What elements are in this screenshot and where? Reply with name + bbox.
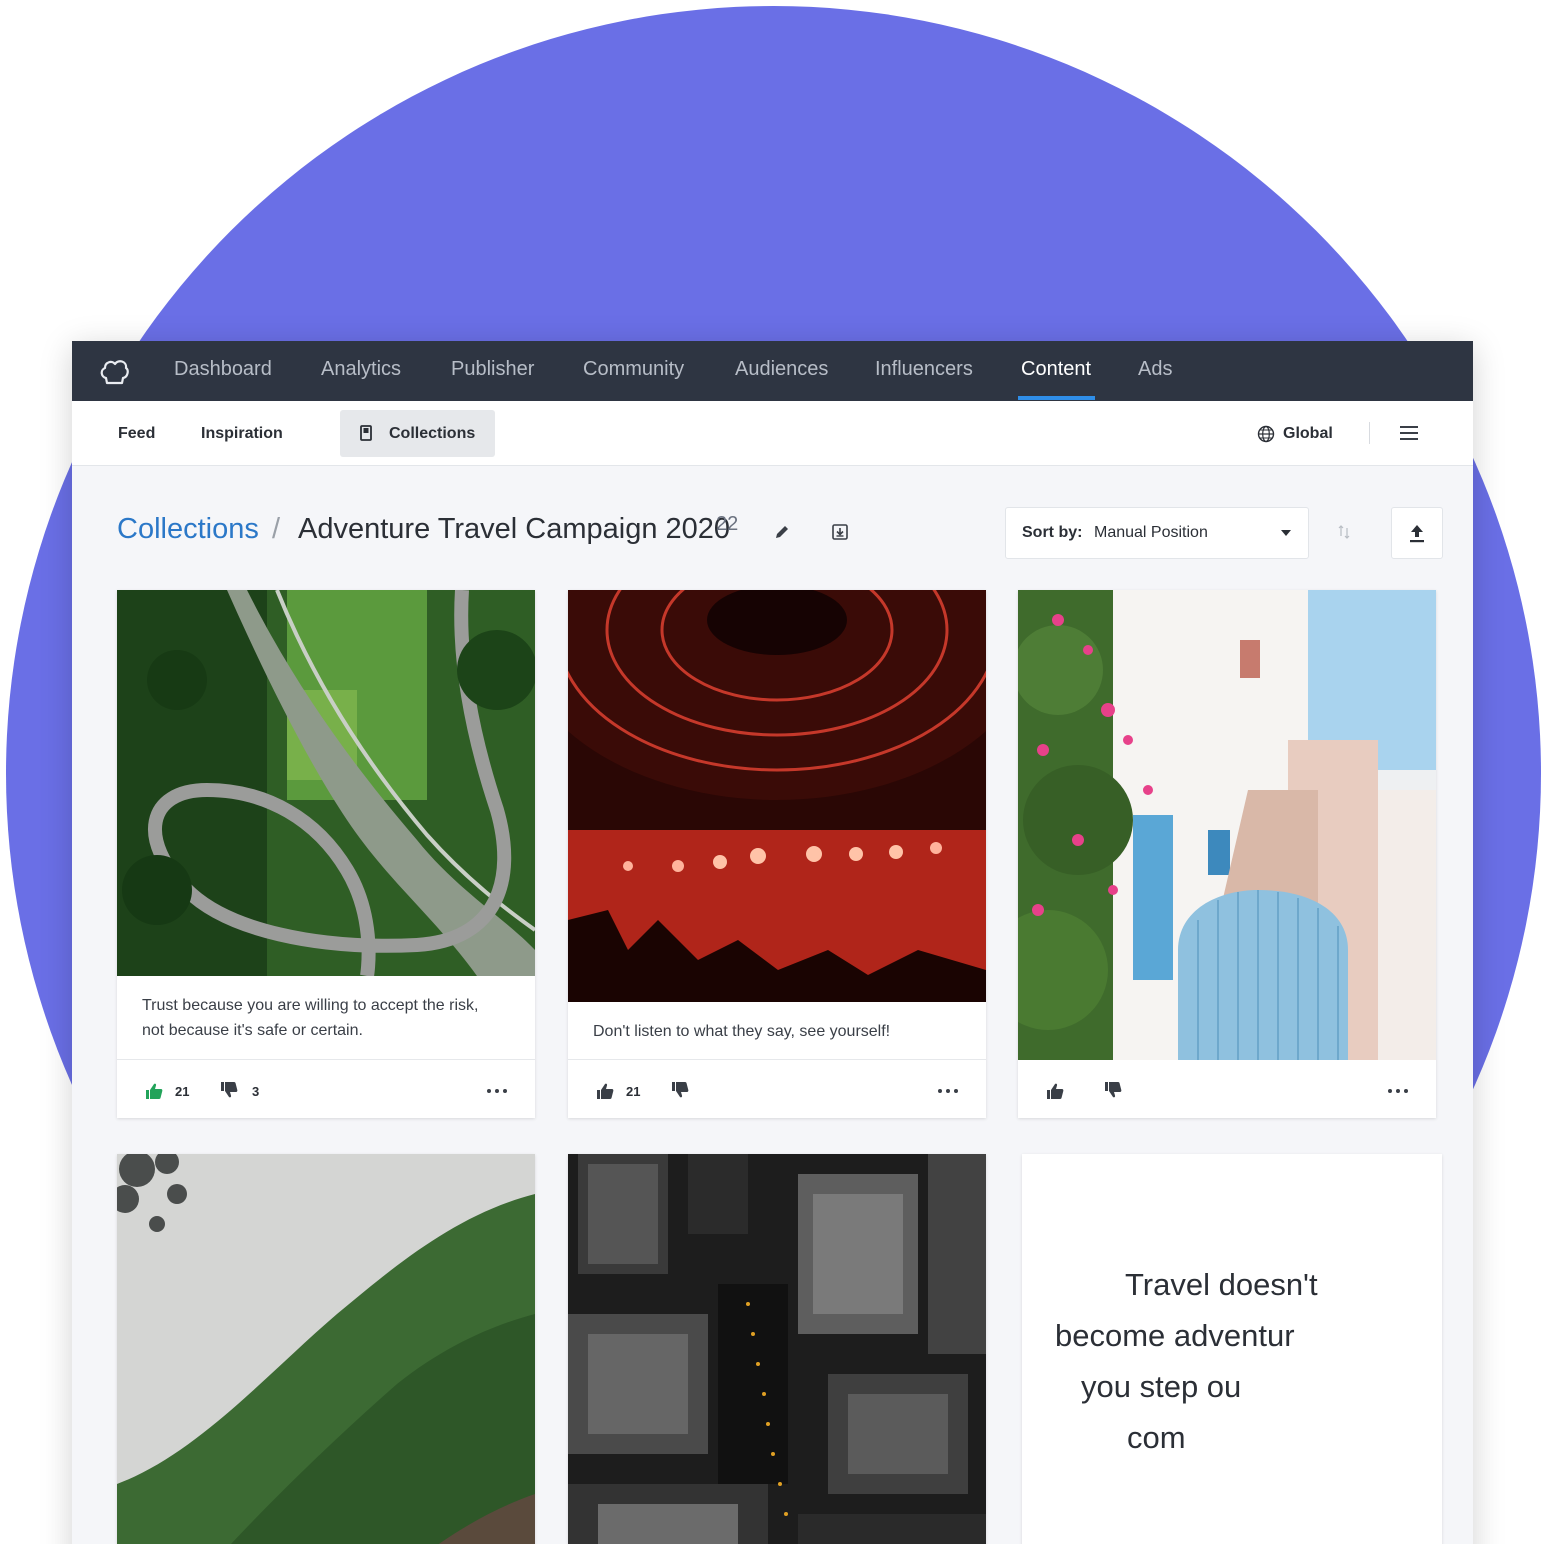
top-nav: Dashboard Analytics Publisher Community … xyxy=(72,341,1473,401)
content-card[interactable]: Trust because you are willing to accept … xyxy=(117,590,535,1118)
quote-line: become adventur xyxy=(1055,1318,1295,1353)
nav-community[interactable]: Community xyxy=(583,358,684,381)
photo-forest-road[interactable] xyxy=(117,590,535,976)
subnav-divider xyxy=(1369,422,1370,444)
nav-analytics[interactable]: Analytics xyxy=(321,358,401,381)
region-selector[interactable]: Global xyxy=(1283,425,1333,443)
photo-city-aerial[interactable] xyxy=(568,1154,986,1544)
more-icon[interactable] xyxy=(486,1088,508,1094)
app-window: Dashboard Analytics Publisher Community … xyxy=(72,341,1473,1544)
sub-nav: Feed Inspiration Collections Global xyxy=(72,401,1473,466)
subnav-collections[interactable]: Collections xyxy=(340,410,495,457)
content-card[interactable] xyxy=(117,1154,535,1544)
photo-concert[interactable] xyxy=(568,590,986,1002)
thumbs-up-icon[interactable] xyxy=(145,1082,163,1100)
card-divider xyxy=(568,1059,986,1060)
nav-content[interactable]: Content xyxy=(1021,358,1091,381)
nav-dashboard[interactable]: Dashboard xyxy=(174,358,272,381)
card-caption: Don't listen to what they say, see yours… xyxy=(593,1023,891,1040)
download-icon[interactable] xyxy=(830,522,850,542)
more-icon[interactable] xyxy=(937,1088,959,1094)
like-count: 21 xyxy=(626,1084,641,1099)
thumbs-down-icon[interactable] xyxy=(1104,1081,1122,1099)
chef-hat-logo-icon[interactable] xyxy=(98,356,130,386)
photo-misty-mountain[interactable] xyxy=(117,1154,535,1544)
quote-card[interactable]: Travel doesn't become adventur you step … xyxy=(1022,1154,1442,1544)
quote-line: you step ou xyxy=(1081,1369,1242,1404)
thumbs-up-icon[interactable] xyxy=(596,1082,614,1100)
quote-line: Travel doesn't xyxy=(1125,1267,1318,1302)
more-icon[interactable] xyxy=(1387,1088,1409,1094)
like-count: 21 xyxy=(175,1084,190,1099)
nav-ads[interactable]: Ads xyxy=(1138,358,1172,381)
globe-icon[interactable] xyxy=(1257,425,1275,443)
quote-line: com xyxy=(1127,1420,1186,1455)
sort-prefix-label: Sort by: xyxy=(1022,524,1083,541)
subnav-inspiration[interactable]: Inspiration xyxy=(201,425,283,443)
thumbs-up-icon[interactable] xyxy=(1046,1082,1064,1100)
thumbs-down-icon[interactable] xyxy=(220,1081,238,1099)
content-card[interactable]: Don't listen to what they say, see yours… xyxy=(568,590,986,1118)
sort-dropdown[interactable]: Sort by: Manual Position xyxy=(1005,507,1309,559)
menu-icon[interactable] xyxy=(1400,425,1418,441)
breadcrumb-separator: / xyxy=(272,513,281,545)
photo-white-village[interactable] xyxy=(1018,590,1436,1060)
upload-icon xyxy=(1410,525,1424,543)
upload-button[interactable] xyxy=(1391,507,1443,559)
collection-count-badge: 22 xyxy=(716,513,739,535)
content-card[interactable] xyxy=(1018,590,1436,1118)
pencil-icon[interactable] xyxy=(772,522,792,542)
page-title: Adventure Travel Campaign 2020 xyxy=(298,513,731,545)
card-caption: Trust because you are willing to accept … xyxy=(142,997,479,1039)
nav-audiences[interactable]: Audiences xyxy=(735,358,828,381)
dislike-count: 3 xyxy=(252,1084,260,1099)
subnav-feed[interactable]: Feed xyxy=(118,425,155,443)
subnav-collections-label: Collections xyxy=(389,425,476,442)
nav-publisher[interactable]: Publisher xyxy=(451,358,534,381)
sort-direction-icon[interactable] xyxy=(1337,523,1351,541)
caret-down-icon xyxy=(1281,530,1291,536)
card-divider xyxy=(117,1059,535,1060)
stage: Dashboard Analytics Publisher Community … xyxy=(0,0,1547,1544)
sort-value: Manual Position xyxy=(1094,524,1208,541)
thumbs-down-icon[interactable] xyxy=(671,1081,689,1099)
nav-influencers[interactable]: Influencers xyxy=(875,358,973,381)
bookmark-icon xyxy=(360,425,372,441)
breadcrumb-collections-link[interactable]: Collections xyxy=(117,513,259,546)
active-tab-indicator xyxy=(1018,396,1095,400)
content-card[interactable] xyxy=(568,1154,986,1544)
